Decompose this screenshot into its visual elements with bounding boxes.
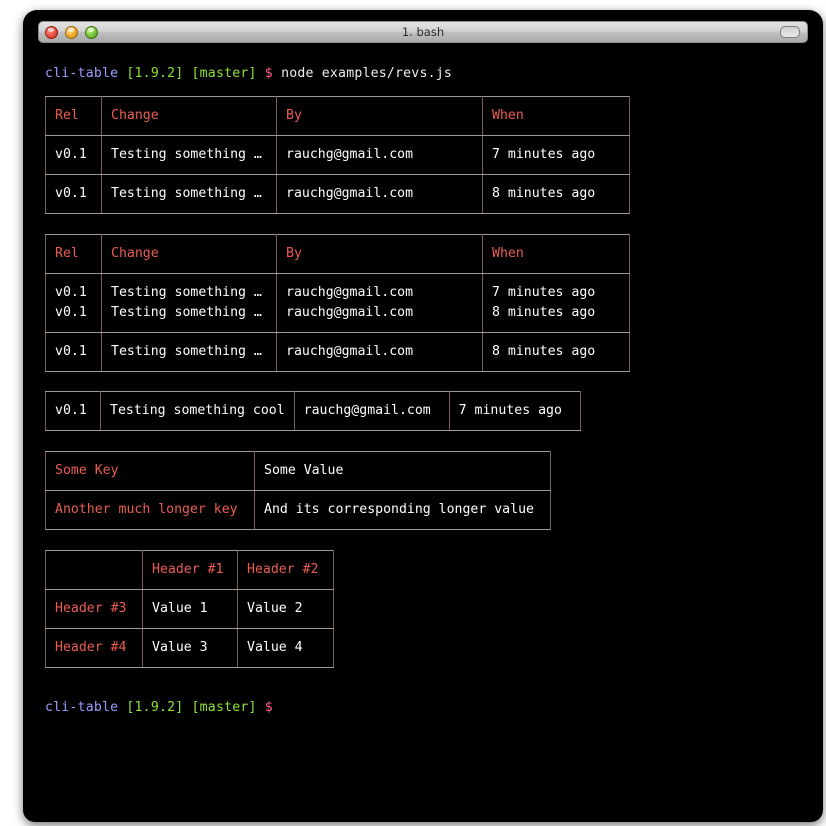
cell-value: Value 2 [237, 589, 334, 629]
row-header-three: Header #3 [45, 589, 143, 629]
cell-when: 8 minutes ago [492, 305, 596, 320]
table-row: Some Key Some Value [45, 451, 551, 491]
cell-by: rauchg@gmail.com [293, 391, 450, 431]
cross-table: Header #1 Header #2 Header #3 Value 1 Va… [45, 550, 334, 668]
prompt-space-3 [257, 700, 265, 715]
key-value-table: Some Key Some Value Another much longer … [45, 451, 551, 530]
revs-table-compact: Rel Change By When v0.1 v0.1 Testing some… [45, 234, 630, 372]
cell-change: Testing something … [111, 285, 262, 300]
prompt-space-2 [183, 700, 191, 715]
row-header-four: Header #4 [45, 628, 143, 668]
column-header-rel: Rel [45, 234, 102, 274]
column-header-change: Change [101, 234, 277, 274]
terminal-output[interactable]: cli-table [1.9.2] [master] $ node exampl… [23, 43, 823, 718]
cell-by: rauchg@gmail.com [276, 135, 483, 175]
prompt-space-3 [257, 66, 265, 81]
prompt-symbol: $ [264, 700, 273, 715]
revs-table-headerless: v0.1 Testing something cool rauchg@gmail… [45, 391, 581, 431]
corner-cell [45, 550, 143, 590]
prompt-branch: [master] [191, 700, 257, 715]
cell-value: Value 4 [237, 628, 334, 668]
table-header-row: Header #1 Header #2 [45, 550, 334, 590]
cell-change: Testing something … [101, 135, 277, 175]
cell-when: 7 minutes ago [482, 135, 630, 175]
table-row: Header #3 Value 1 Value 2 [45, 589, 334, 629]
column-header-when: When [482, 96, 630, 136]
cell-when-group: 7 minutes ago 8 minutes ago [482, 273, 630, 333]
cell-longer-value: And its corresponding longer value [254, 490, 551, 530]
prompt-host: cli-table [45, 700, 119, 715]
cell-rel: v0.1 [55, 285, 87, 300]
column-header-by: By [276, 96, 483, 136]
resize-grip-icon[interactable] [780, 26, 800, 38]
table-row: Another much longer key And its correspo… [45, 490, 551, 530]
window-controls [45, 25, 98, 39]
table-row: v0.1 Testing something … rauchg@gmail.co… [45, 174, 630, 214]
prompt-symbol: $ [264, 66, 273, 81]
cell-when: 8 minutes ago [482, 332, 630, 372]
cell-by-group: rauchg@gmail.com rauchg@gmail.com [276, 273, 483, 333]
table-header-row: Rel Change By When [45, 96, 630, 136]
cell-rel: v0.1 [45, 135, 102, 175]
cell-value: Value 1 [142, 589, 238, 629]
zoom-button[interactable] [85, 25, 98, 39]
cell-by: rauchg@gmail.com [286, 305, 414, 320]
prompt-branch: [master] [191, 66, 257, 81]
prompt-line-bottom[interactable]: cli-table [1.9.2] [master] $ [45, 698, 823, 718]
column-header-change: Change [101, 96, 277, 136]
window-title: 1. bash [401, 25, 445, 39]
cell-value: Value 3 [142, 628, 238, 668]
table-row: Header #4 Value 3 Value 4 [45, 628, 334, 668]
cell-change: Testing something … [101, 332, 277, 372]
table-row-grouped: v0.1 v0.1 Testing something … Testing some… [45, 273, 630, 333]
title-bar[interactable]: 1. bash [38, 21, 808, 43]
close-button[interactable] [45, 25, 58, 39]
prompt-line-top: cli-table [1.9.2] [master] $ node exampl… [45, 64, 823, 84]
cell-change: Testing something … [111, 305, 262, 320]
prompt-version: [1.9.2] [126, 66, 184, 81]
prompt-space-4 [273, 66, 281, 81]
row-header-some-key: Some Key [45, 451, 255, 491]
prompt-version: [1.9.2] [126, 700, 184, 715]
table-row: v0.1 Testing something cool rauchg@gmail… [45, 391, 581, 431]
cell-by: rauchg@gmail.com [276, 174, 483, 214]
cell-by: rauchg@gmail.com [286, 285, 414, 300]
prompt-space-2 [183, 66, 191, 81]
cell-change-group: Testing something … Testing something … [101, 273, 277, 333]
column-header-one: Header #1 [142, 550, 238, 590]
cell-when: 8 minutes ago [482, 174, 630, 214]
table-header-row: Rel Change By When [45, 234, 630, 274]
cell-when: 7 minutes ago [492, 285, 596, 300]
cell-some-value: Some Value [254, 451, 551, 491]
minimize-button[interactable] [65, 25, 78, 39]
column-header-by: By [276, 234, 483, 274]
prompt-command: node examples/revs.js [281, 66, 453, 81]
column-header-rel: Rel [45, 96, 102, 136]
cell-rel: v0.1 [45, 174, 102, 214]
cell-when: 7 minutes ago [448, 391, 581, 431]
column-header-when: When [482, 234, 630, 274]
table-row: v0.1 Testing something … rauchg@gmail.co… [45, 332, 630, 372]
cell-rel: v0.1 [45, 332, 102, 372]
row-header-longer-key: Another much longer key [45, 490, 255, 530]
table-row: v0.1 Testing something … rauchg@gmail.co… [45, 135, 630, 175]
prompt-host: cli-table [45, 66, 119, 81]
terminal-window[interactable]: 1. bash cli-table [1.9.2] [master] $ nod… [23, 10, 823, 822]
cell-change: Testing something … [101, 174, 277, 214]
cell-rel: v0.1 [55, 305, 87, 320]
revs-table-basic: Rel Change By When v0.1 Testing somethin… [45, 96, 630, 214]
cell-rel: v0.1 [45, 391, 101, 431]
column-header-two: Header #2 [237, 550, 334, 590]
cell-by: rauchg@gmail.com [276, 332, 483, 372]
cell-change: Testing something cool [100, 391, 295, 431]
cell-rel-group: v0.1 v0.1 [45, 273, 102, 333]
